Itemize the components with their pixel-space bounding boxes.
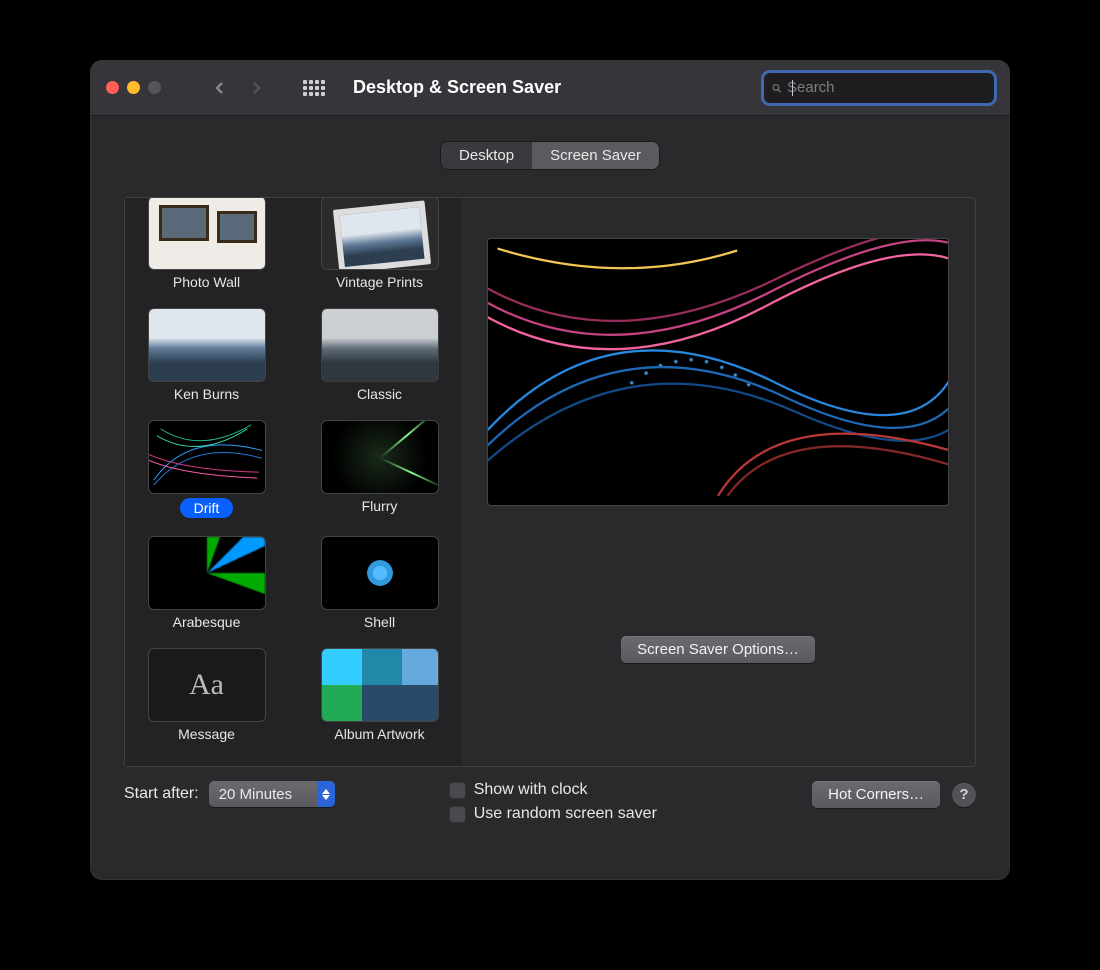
thumbnail [321, 536, 439, 610]
screensaver-shell[interactable]: Shell [308, 536, 451, 630]
tab-screen-saver[interactable]: Screen Saver [532, 142, 659, 169]
start-after-select[interactable]: 20 Minutes [209, 781, 335, 807]
screensaver-message[interactable]: Aa Message [135, 648, 278, 742]
show-all-icon[interactable] [303, 80, 325, 96]
start-after-label: Start after: [124, 785, 199, 803]
search-input[interactable] [787, 79, 986, 96]
titlebar: Desktop & Screen Saver [90, 60, 1010, 116]
thumbnail-label: Shell [364, 614, 395, 630]
thumbnail-label: Flurry [362, 498, 398, 514]
screensaver-list[interactable]: Photo Wall Vintage Prints Ken Burns Clas… [125, 198, 461, 766]
thumbnail [148, 536, 266, 610]
preview-pane: Screen Saver Options… [461, 198, 975, 766]
back-button[interactable] [213, 81, 227, 95]
thumbnail-label: Drift [180, 498, 234, 518]
screensaver-photo-wall[interactable]: Photo Wall [135, 198, 278, 290]
thumbnail [321, 648, 439, 722]
show-with-clock-label: Show with clock [474, 781, 588, 799]
window-controls [106, 81, 161, 94]
thumbnail [148, 420, 266, 494]
help-button[interactable]: ? [952, 783, 976, 807]
thumbnail: Aa [148, 648, 266, 722]
close-window-button[interactable] [106, 81, 119, 94]
search-field[interactable] [764, 73, 994, 103]
nav-arrows [213, 81, 263, 95]
thumbnail-label: Arabesque [173, 614, 241, 630]
screensaver-preview [487, 238, 949, 506]
thumbnail-label: Vintage Prints [336, 274, 423, 290]
select-stepper-icon [317, 781, 335, 807]
thumbnail-label: Photo Wall [173, 274, 240, 290]
screensaver-drift[interactable]: Drift [135, 420, 278, 518]
screen-saver-options-button[interactable]: Screen Saver Options… [621, 636, 815, 663]
window-title: Desktop & Screen Saver [353, 77, 561, 98]
screensaver-flurry[interactable]: Flurry [308, 420, 451, 518]
footer-controls: Start after: 20 Minutes Show with clock … [124, 781, 976, 823]
thumbnail [148, 198, 266, 270]
thumbnail [321, 308, 439, 382]
random-screensaver-checkbox[interactable] [449, 806, 466, 823]
show-with-clock-row[interactable]: Show with clock [449, 781, 657, 799]
thumbnail [321, 198, 439, 270]
random-screensaver-label: Use random screen saver [474, 805, 657, 823]
minimize-window-button[interactable] [127, 81, 140, 94]
start-after-control: Start after: 20 Minutes [124, 781, 335, 807]
thumbnail-label: Message [178, 726, 235, 742]
screensaver-album-artwork[interactable]: Album Artwork [308, 648, 451, 742]
search-icon [772, 80, 781, 96]
thumbnail-label: Classic [357, 386, 402, 402]
content-area: Photo Wall Vintage Prints Ken Burns Clas… [124, 197, 976, 767]
forward-button [249, 81, 263, 95]
screensaver-arabesque[interactable]: Arabesque [135, 536, 278, 630]
thumbnail-label: Album Artwork [334, 726, 424, 742]
start-after-value: 20 Minutes [219, 786, 292, 803]
screensaver-classic[interactable]: Classic [308, 308, 451, 402]
preferences-window: Desktop & Screen Saver Desktop Screen Sa… [90, 60, 1010, 880]
hot-corners-button[interactable]: Hot Corners… [812, 781, 940, 808]
thumbnail [148, 308, 266, 382]
tab-switcher: Desktop Screen Saver [441, 142, 659, 169]
screensaver-ken-burns[interactable]: Ken Burns [135, 308, 278, 402]
screensaver-vintage-prints[interactable]: Vintage Prints [308, 198, 451, 290]
random-screensaver-row[interactable]: Use random screen saver [449, 805, 657, 823]
tab-desktop[interactable]: Desktop [441, 142, 532, 169]
thumbnail-label: Ken Burns [174, 386, 239, 402]
zoom-window-button[interactable] [148, 81, 161, 94]
show-with-clock-checkbox[interactable] [449, 782, 466, 799]
thumbnail [321, 420, 439, 494]
